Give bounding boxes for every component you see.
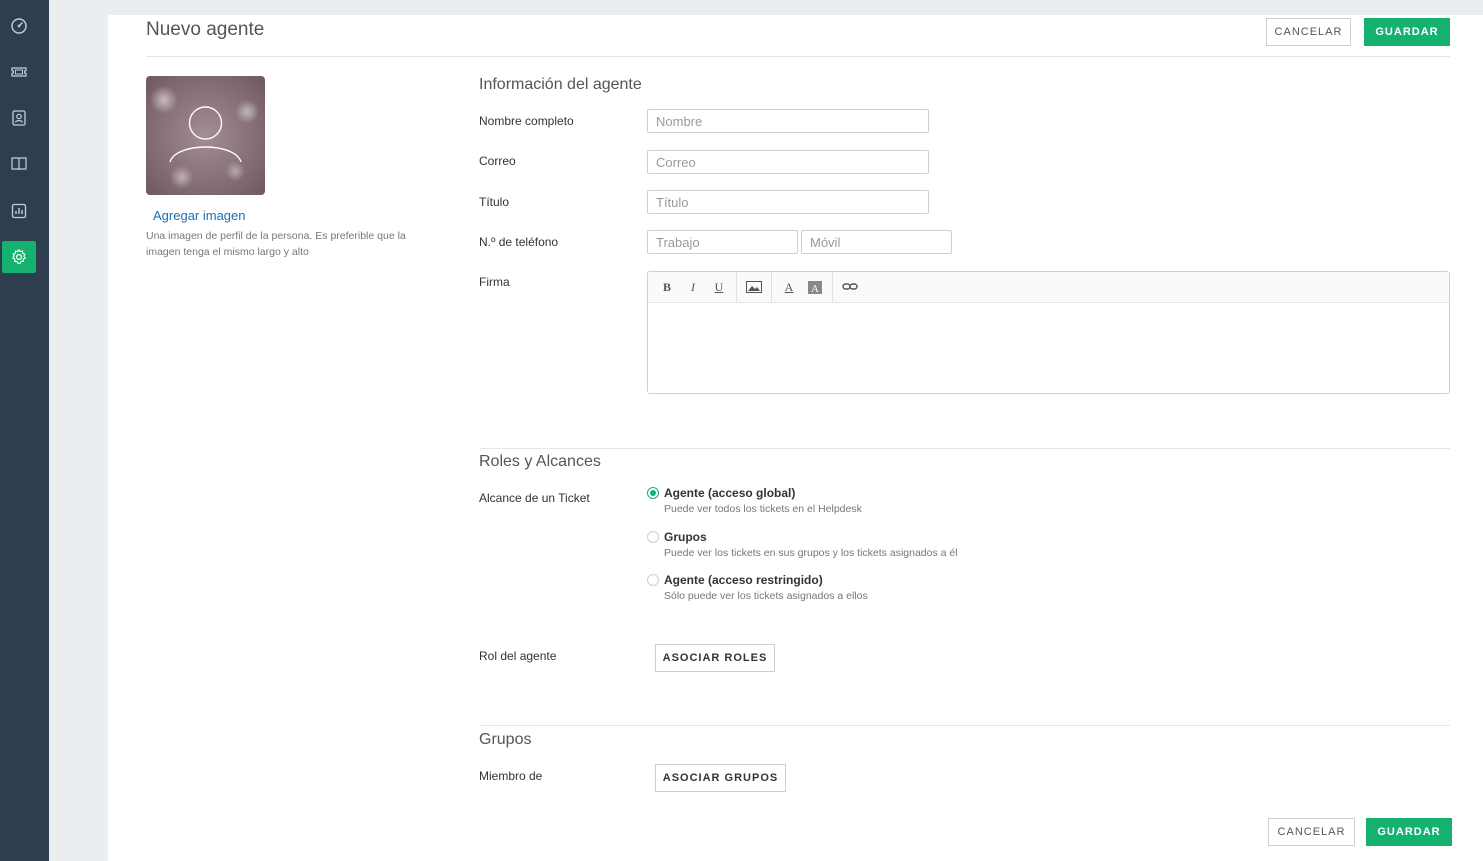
editor-toolbar: B I U A A <box>648 272 1449 303</box>
signature-label: Firma <box>479 275 510 289</box>
full-name-label: Nombre completo <box>479 114 574 128</box>
link-icon[interactable] <box>837 276 863 298</box>
scope-title-groups: Grupos <box>664 530 707 544</box>
reports-icon <box>11 203 27 219</box>
job-title-label: Título <box>479 195 510 209</box>
scope-radio-restricted[interactable] <box>647 574 659 586</box>
user-placeholder-icon <box>169 106 242 163</box>
job-title-input[interactable] <box>647 190 929 214</box>
section-title-agent-info: Información del agente <box>479 76 642 93</box>
svg-text:A: A <box>811 283 819 294</box>
scope-desc-groups: Puede ver los tickets en sus grupos y lo… <box>664 547 958 559</box>
sidebar-item-solutions[interactable] <box>2 148 36 180</box>
contacts-icon <box>12 110 26 126</box>
sidebar-item-tickets[interactable] <box>2 56 36 88</box>
sidebar-item-dashboard[interactable] <box>2 10 36 42</box>
agent-role-label: Rol del agente <box>479 649 557 663</box>
member-of-label: Miembro de <box>479 769 543 783</box>
section-divider-groups <box>479 725 1450 726</box>
ticket-scope-label: Alcance de un Ticket <box>479 491 590 505</box>
associate-roles-button[interactable]: ASOCIAR ROLES <box>655 644 775 672</box>
scope-title-global: Agente (acceso global) <box>664 486 796 500</box>
scope-radio-global[interactable] <box>647 487 659 499</box>
image-icon[interactable] <box>741 276 767 298</box>
avatar-help-text: Una imagen de perfil de la persona. Es p… <box>146 230 406 258</box>
sidebar-item-contacts[interactable] <box>2 102 36 134</box>
dashboard-icon <box>11 18 27 34</box>
header-divider <box>146 56 1450 57</box>
cancel-button-top[interactable]: CANCELAR <box>1266 18 1351 46</box>
font-color-icon[interactable]: A <box>776 276 802 298</box>
scope-desc-global: Puede ver todos los tickets en el Helpde… <box>664 503 862 515</box>
section-divider-roles <box>479 448 1450 449</box>
section-title-groups: Grupos <box>479 731 532 748</box>
section-title-roles: Roles y Alcances <box>479 453 601 470</box>
save-button-top[interactable]: GUARDAR <box>1364 18 1450 46</box>
underline-icon[interactable]: U <box>706 276 732 298</box>
mobile-phone-input[interactable] <box>801 230 952 254</box>
scope-radio-groups[interactable] <box>647 531 659 543</box>
sidebar-item-admin[interactable] <box>2 241 36 273</box>
gear-icon <box>11 248 27 264</box>
sidebar-item-reports[interactable] <box>2 195 36 227</box>
save-button-bottom[interactable]: GUARDAR <box>1366 818 1452 846</box>
full-name-input[interactable] <box>647 109 929 133</box>
avatar[interactable] <box>146 76 265 195</box>
cancel-button-bottom[interactable]: CANCELAR <box>1268 818 1355 846</box>
email-input[interactable] <box>647 150 929 174</box>
italic-icon[interactable]: I <box>680 276 706 298</box>
bold-icon[interactable]: B <box>654 276 680 298</box>
work-phone-input[interactable] <box>647 230 798 254</box>
main-panel: Nuevo agente CANCELAR GUARDAR Agregar im… <box>108 15 1483 861</box>
signature-editor: B I U A A <box>647 271 1450 394</box>
book-icon <box>11 157 27 171</box>
email-label: Correo <box>479 154 516 168</box>
scope-desc-restricted: Sólo puede ver los tickets asignados a e… <box>664 590 868 602</box>
page-title: Nuevo agente <box>146 19 265 40</box>
sidebar <box>0 0 49 861</box>
scope-title-restricted: Agente (acceso restringido) <box>664 573 823 587</box>
add-image-link[interactable]: Agregar imagen <box>153 208 246 223</box>
phone-label: N.º de teléfono <box>479 235 559 249</box>
ticket-icon <box>11 67 27 77</box>
associate-groups-button[interactable]: ASOCIAR GRUPOS <box>655 764 786 792</box>
background-color-icon[interactable]: A <box>802 276 828 298</box>
